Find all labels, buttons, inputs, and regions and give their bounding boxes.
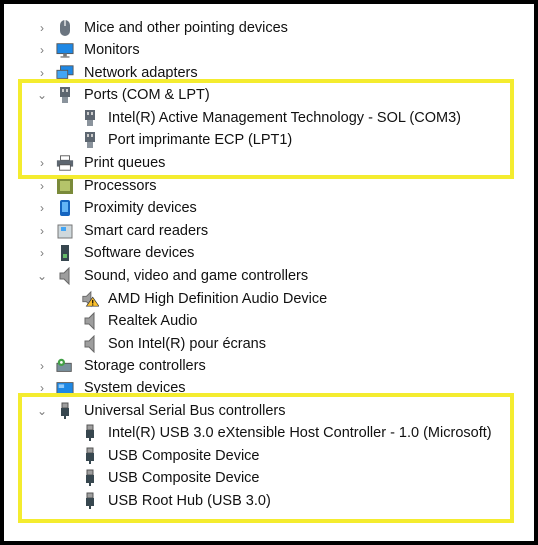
tree-item-label: Mice and other pointing devices xyxy=(84,20,288,36)
storage-controller-icon xyxy=(56,357,74,375)
software-device-icon xyxy=(56,244,74,262)
tree-item-label: Smart card readers xyxy=(84,223,209,239)
speaker-icon xyxy=(81,335,99,353)
smart-card-reader-icon xyxy=(56,222,74,240)
tree-item-storage-controllers[interactable]: › Storage controllers xyxy=(4,355,524,377)
tree-item-sound-video-game[interactable]: ⌄ Sound, video and game controllers xyxy=(4,265,524,287)
chevron-right-icon[interactable]: › xyxy=(35,17,49,39)
tree-item-smart-card-readers[interactable]: › Smart card readers xyxy=(4,220,524,242)
chevron-right-icon[interactable]: › xyxy=(35,355,49,377)
proximity-device-icon xyxy=(56,199,74,217)
tree-item-amd-audio[interactable]: AMD High Definition Audio Device xyxy=(4,288,524,310)
tree-item-label: AMD High Definition Audio Device xyxy=(108,291,328,307)
tree-item-label: Realtek Audio xyxy=(108,313,198,329)
mouse-icon xyxy=(56,19,74,37)
tree-item-proximity-devices[interactable]: › Proximity devices xyxy=(4,197,524,219)
chevron-down-icon[interactable]: ⌄ xyxy=(35,265,49,287)
speaker-warning-icon xyxy=(81,290,99,308)
chevron-right-icon[interactable]: › xyxy=(35,197,49,219)
tree-item-monitors[interactable]: › Monitors xyxy=(4,39,524,61)
screenshot-frame: › Mice and other pointing devices › Moni… xyxy=(0,0,538,545)
speaker-icon xyxy=(81,312,99,330)
monitor-icon xyxy=(56,41,74,59)
tree-item-label: Processors xyxy=(84,178,157,194)
tree-item-mice[interactable]: › Mice and other pointing devices xyxy=(4,17,524,39)
tree-item-label: Proximity devices xyxy=(84,200,197,216)
tree-item-realtek-audio[interactable]: Realtek Audio xyxy=(4,310,524,332)
tree-item-intel-display-audio[interactable]: Son Intel(R) pour écrans xyxy=(4,333,524,355)
speaker-icon xyxy=(56,267,74,285)
chevron-right-icon[interactable]: › xyxy=(35,39,49,61)
tree-item-label: Son Intel(R) pour écrans xyxy=(108,336,266,352)
tree-item-label: Software devices xyxy=(84,245,195,261)
tree-item-label: Monitors xyxy=(84,42,140,58)
tree-item-software-devices[interactable]: › Software devices xyxy=(4,242,524,264)
chevron-right-icon[interactable]: › xyxy=(35,220,49,242)
highlight-box-usb xyxy=(18,393,514,523)
highlight-box-ports xyxy=(18,79,514,179)
processor-icon xyxy=(56,177,74,195)
tree-item-label: Sound, video and game controllers xyxy=(84,268,309,284)
tree-item-label: Storage controllers xyxy=(84,358,206,374)
chevron-right-icon[interactable]: › xyxy=(35,242,49,264)
